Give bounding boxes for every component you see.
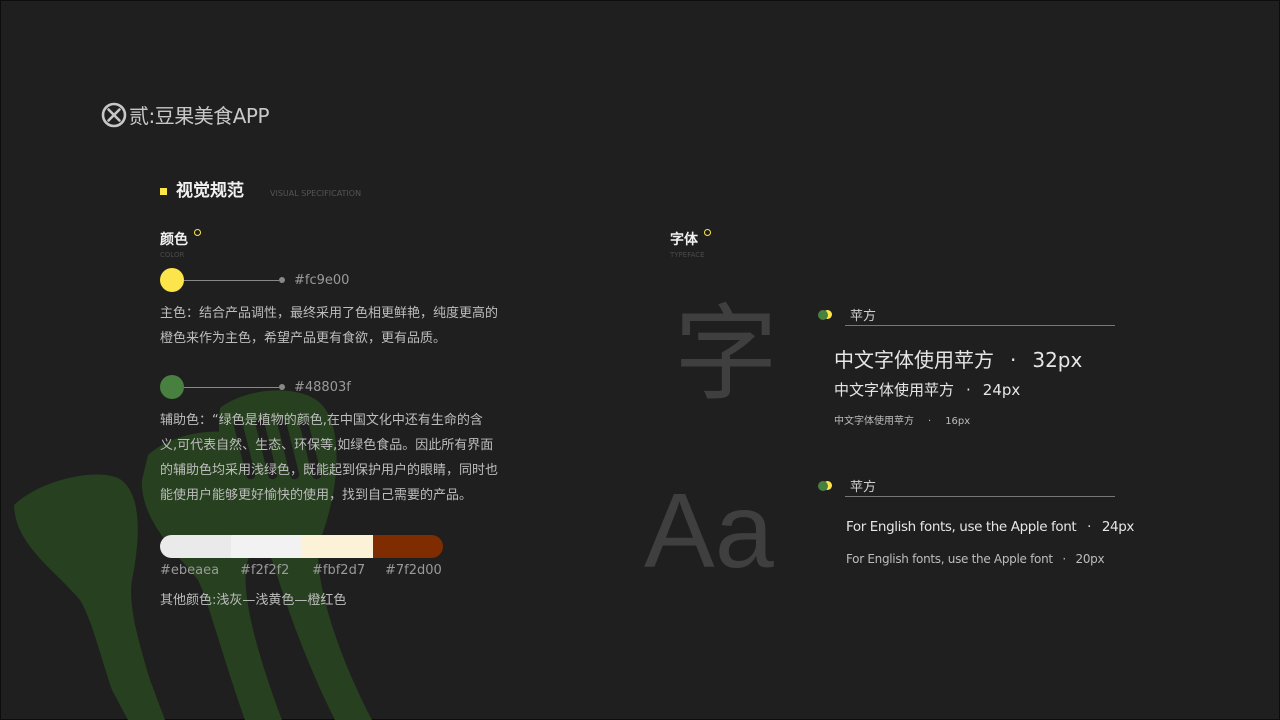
primary-description: 主色：结合产品调性，最终采用了色相更鲜艳，纯度更高的 橙色来作为主色，希望产品更… [160, 301, 532, 351]
other-color-hex: #7f2d00 [385, 563, 442, 578]
sample-size: 16px [945, 416, 971, 427]
sample-text: 中文字体使用苹方 [834, 381, 955, 399]
label-dot-icon [194, 229, 201, 236]
chinese-sample-32: 中文字体使用苹方 · 32px [834, 344, 1082, 373]
other-color-segment [231, 535, 302, 558]
divider [845, 496, 1115, 497]
english-sample-20: For English fonts, use the Apple font · 20… [846, 552, 1105, 566]
color-sublabel: COLOR [160, 251, 185, 259]
sample-separator: · [1010, 348, 1017, 372]
other-colors-caption: 其他颜色:浅灰—浅黄色—橙红色 [160, 593, 347, 608]
section-heading: 视觉规范 VISUAL SPECIFICATION [160, 176, 361, 201]
other-color-segment [160, 535, 231, 558]
primary-hex: #fc9e00 [294, 272, 350, 288]
sample-text: For English fonts, use the Apple font [846, 552, 1053, 566]
english-font-header: 苹方 [818, 476, 876, 495]
page-title: 贰:豆果美食APP [129, 104, 270, 128]
typeface-label-text: 字体 [670, 232, 698, 248]
secondary-desc-line: 能使用户能够更好愉快的使用，找到自己需要的产品。 [160, 488, 473, 503]
sample-text: For English fonts, use the Apple font [846, 519, 1077, 535]
chinese-font-name: 苹方 [850, 309, 877, 324]
color-label: 颜色 COLOR [160, 229, 201, 259]
sample-text: 中文字体使用苹方 [834, 348, 994, 372]
swatch-connector-end [279, 277, 285, 283]
chinese-font-header: 苹方 [818, 305, 876, 324]
other-color-hex: #ebeaea [160, 563, 220, 578]
x-circle-icon [101, 102, 127, 127]
other-color-segment [302, 535, 373, 558]
section-subtitle: VISUAL SPECIFICATION [270, 189, 362, 198]
sample-separator: · [928, 416, 932, 427]
primary-desc-line: 主色：结合产品调性，最终采用了色相更鲜艳，纯度更高的 [160, 306, 499, 321]
other-color-hex: #f2f2f2 [240, 563, 290, 578]
sample-size: 32px [1032, 348, 1083, 372]
sample-separator: · [1087, 519, 1092, 535]
chinese-glyph-sample: 字 [674, 293, 779, 415]
sample-text: 中文字体使用苹方 [834, 416, 914, 427]
label-dot-icon [704, 229, 711, 236]
section-title: 视觉规范 [176, 181, 244, 201]
secondary-hex: #48803f [294, 379, 351, 395]
font-dot-green [818, 309, 828, 320]
chinese-sample-24: 中文字体使用苹方 · 24px [834, 379, 1020, 400]
secondary-desc-line: 义,可代表自然、生态、环保等,如绿色食品。因此所有界面 [160, 438, 494, 453]
font-dot-green [818, 480, 828, 491]
english-sample-24: For English fonts, use the Apple font · 24… [846, 519, 1134, 535]
secondary-desc-line: 的辅助色均采用浅绿色，既能起到保护用户的眼睛，同时也 [160, 463, 499, 478]
english-font-name: 苹方 [850, 480, 877, 495]
secondary-swatch [160, 375, 184, 399]
other-color-hex: #fbf2d7 [312, 563, 366, 578]
sample-size: 20px [1075, 552, 1105, 566]
sample-size: 24px [982, 381, 1021, 399]
divider [845, 325, 1115, 326]
typeface-sublabel: TYPEFACE [670, 251, 705, 259]
sample-size: 24px [1101, 519, 1135, 535]
swatch-connector [184, 386, 279, 388]
primary-desc-line: 橙色来作为主色，希望产品更有食欲，更有品质。 [160, 331, 447, 346]
other-colors-bar [160, 535, 443, 558]
primary-swatch-row: #fc9e00 [160, 268, 349, 292]
primary-swatch [160, 268, 184, 292]
secondary-desc-line: 辅助色：“绿色是植物的颜色,在中国文化中还有生命的含 [160, 413, 483, 428]
swatch-connector [184, 279, 279, 281]
other-color-segment [373, 535, 443, 558]
swatch-connector-end [279, 384, 285, 390]
sample-separator: · [1062, 552, 1066, 566]
color-label-text: 颜色 [160, 232, 188, 248]
typeface-label: 字体 TYPEFACE [670, 229, 711, 259]
latin-glyph-sample: Aa [644, 472, 774, 590]
section-bullet [160, 188, 167, 195]
secondary-swatch-row: #48803f [160, 375, 351, 399]
sample-separator: · [966, 381, 971, 399]
chinese-sample-16: 中文字体使用苹方 · 16px [834, 412, 970, 427]
secondary-description: 辅助色：“绿色是植物的颜色,在中国文化中还有生命的含 义,可代表自然、生态、环保… [160, 408, 532, 508]
page-header: 贰:豆果美食APP [101, 100, 270, 129]
